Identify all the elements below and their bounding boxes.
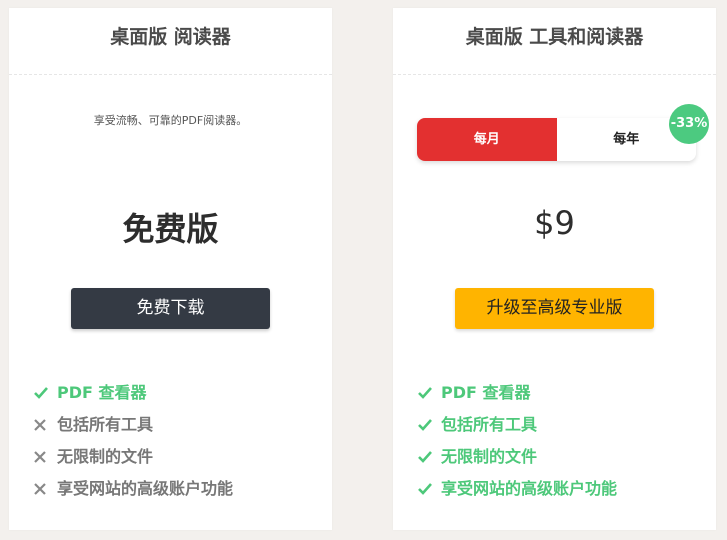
toggle-monthly[interactable]: 每月 bbox=[417, 118, 557, 161]
feature-text: 享受网站的高级账户功能 bbox=[57, 479, 234, 498]
card-tagline: 享受流畅、可靠的PDF阅读器。 bbox=[93, 114, 248, 127]
checkmark-icon bbox=[417, 418, 439, 432]
cross-icon bbox=[33, 450, 55, 464]
feature-item: 无限制的文件 bbox=[417, 441, 716, 473]
upgrade-button[interactable]: 升级至高级专业版 bbox=[455, 288, 654, 329]
feature-text: 无限制的文件 bbox=[441, 447, 538, 466]
discount-badge: -33% bbox=[669, 104, 709, 144]
feature-text: PDF 查看器 bbox=[57, 383, 147, 402]
feature-item: 享受网站的高级账户功能 bbox=[33, 473, 332, 505]
feature-item: 包括所有工具 bbox=[33, 409, 332, 441]
billing-toggle[interactable]: 每月 每年 bbox=[417, 118, 696, 161]
card-title: 桌面版 阅读器 bbox=[9, 8, 332, 75]
feature-item: 无限制的文件 bbox=[33, 441, 332, 473]
feature-text: PDF 查看器 bbox=[441, 383, 531, 402]
feature-list: PDF 查看器 包括所有工具 无限制的文件 享受网站的高级账户功能 bbox=[417, 377, 716, 505]
feature-item: 享受网站的高级账户功能 bbox=[417, 473, 716, 505]
checkmark-icon bbox=[417, 482, 439, 496]
pricing-card-reader: 桌面版 阅读器 享受流畅、可靠的PDF阅读器。 免费版 免费下载 PDF 查看器… bbox=[9, 8, 332, 530]
feature-text: 享受网站的高级账户功能 bbox=[441, 479, 618, 498]
pricing-card-pro: 桌面版 工具和阅读器 每月 每年 -33% $9 升级至高级专业版 PDF 查看… bbox=[393, 8, 716, 530]
checkmark-icon bbox=[33, 386, 55, 400]
feature-text: 包括所有工具 bbox=[57, 415, 154, 434]
cross-icon bbox=[33, 418, 55, 432]
cross-icon bbox=[33, 482, 55, 496]
checkmark-icon bbox=[417, 386, 439, 400]
feature-item: PDF 查看器 bbox=[417, 377, 716, 409]
checkmark-icon bbox=[417, 450, 439, 464]
free-download-button[interactable]: 免费下载 bbox=[71, 288, 270, 329]
price: $9 bbox=[534, 204, 575, 242]
feature-list: PDF 查看器 包括所有工具 无限制的文件 享受网站的高级账户功能 bbox=[33, 377, 332, 505]
feature-item: 包括所有工具 bbox=[417, 409, 716, 441]
feature-item: PDF 查看器 bbox=[33, 377, 332, 409]
feature-text: 包括所有工具 bbox=[441, 415, 538, 434]
plan-label: 免费版 bbox=[122, 210, 219, 248]
feature-text: 无限制的文件 bbox=[57, 447, 154, 466]
card-title: 桌面版 工具和阅读器 bbox=[393, 8, 716, 75]
